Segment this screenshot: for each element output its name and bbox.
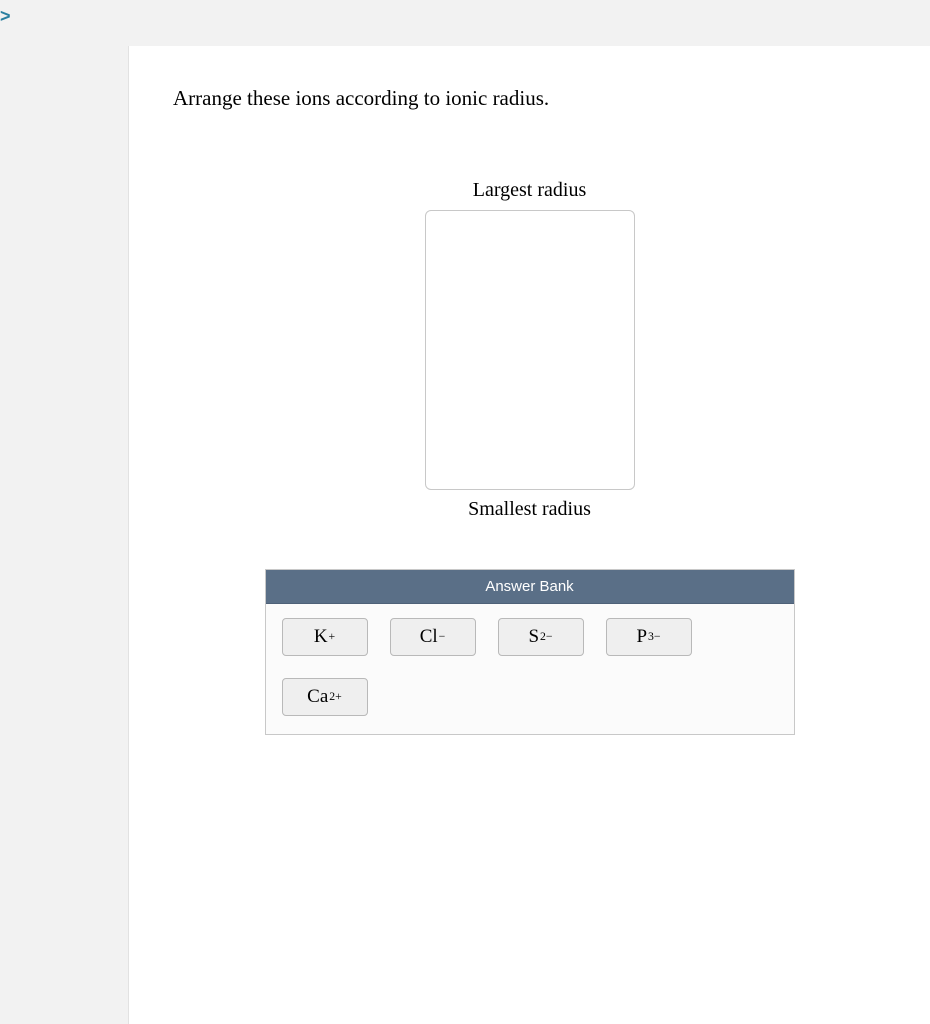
ion-tile[interactable]: P3− (606, 618, 692, 656)
answer-bank: Answer Bank K+ Cl− S2− P3− Ca2+ (265, 569, 795, 735)
ion-tile[interactable]: Ca2+ (282, 678, 368, 716)
rank-label-top: Largest radius (473, 179, 587, 202)
ion-base: Ca (307, 686, 328, 708)
ion-base: Cl (420, 626, 438, 648)
rank-label-bottom: Smallest radius (468, 498, 591, 521)
question-text: Arrange these ions according to ionic ra… (173, 86, 886, 111)
ion-base: S (528, 626, 539, 648)
answer-bank-title: Answer Bank (266, 570, 794, 604)
ion-tile[interactable]: Cl− (390, 618, 476, 656)
nav-chevron-icon[interactable]: > (0, 6, 11, 27)
ion-base: P (636, 626, 647, 648)
question-panel: Arrange these ions according to ionic ra… (128, 46, 930, 1024)
ion-base: K (314, 626, 328, 648)
ion-tile[interactable]: S2− (498, 618, 584, 656)
answer-bank-body: K+ Cl− S2− P3− Ca2+ (266, 604, 794, 734)
ranking-area: Largest radius Smallest radius (173, 171, 886, 529)
rank-drop-zone[interactable] (425, 210, 635, 490)
ion-tile[interactable]: K+ (282, 618, 368, 656)
